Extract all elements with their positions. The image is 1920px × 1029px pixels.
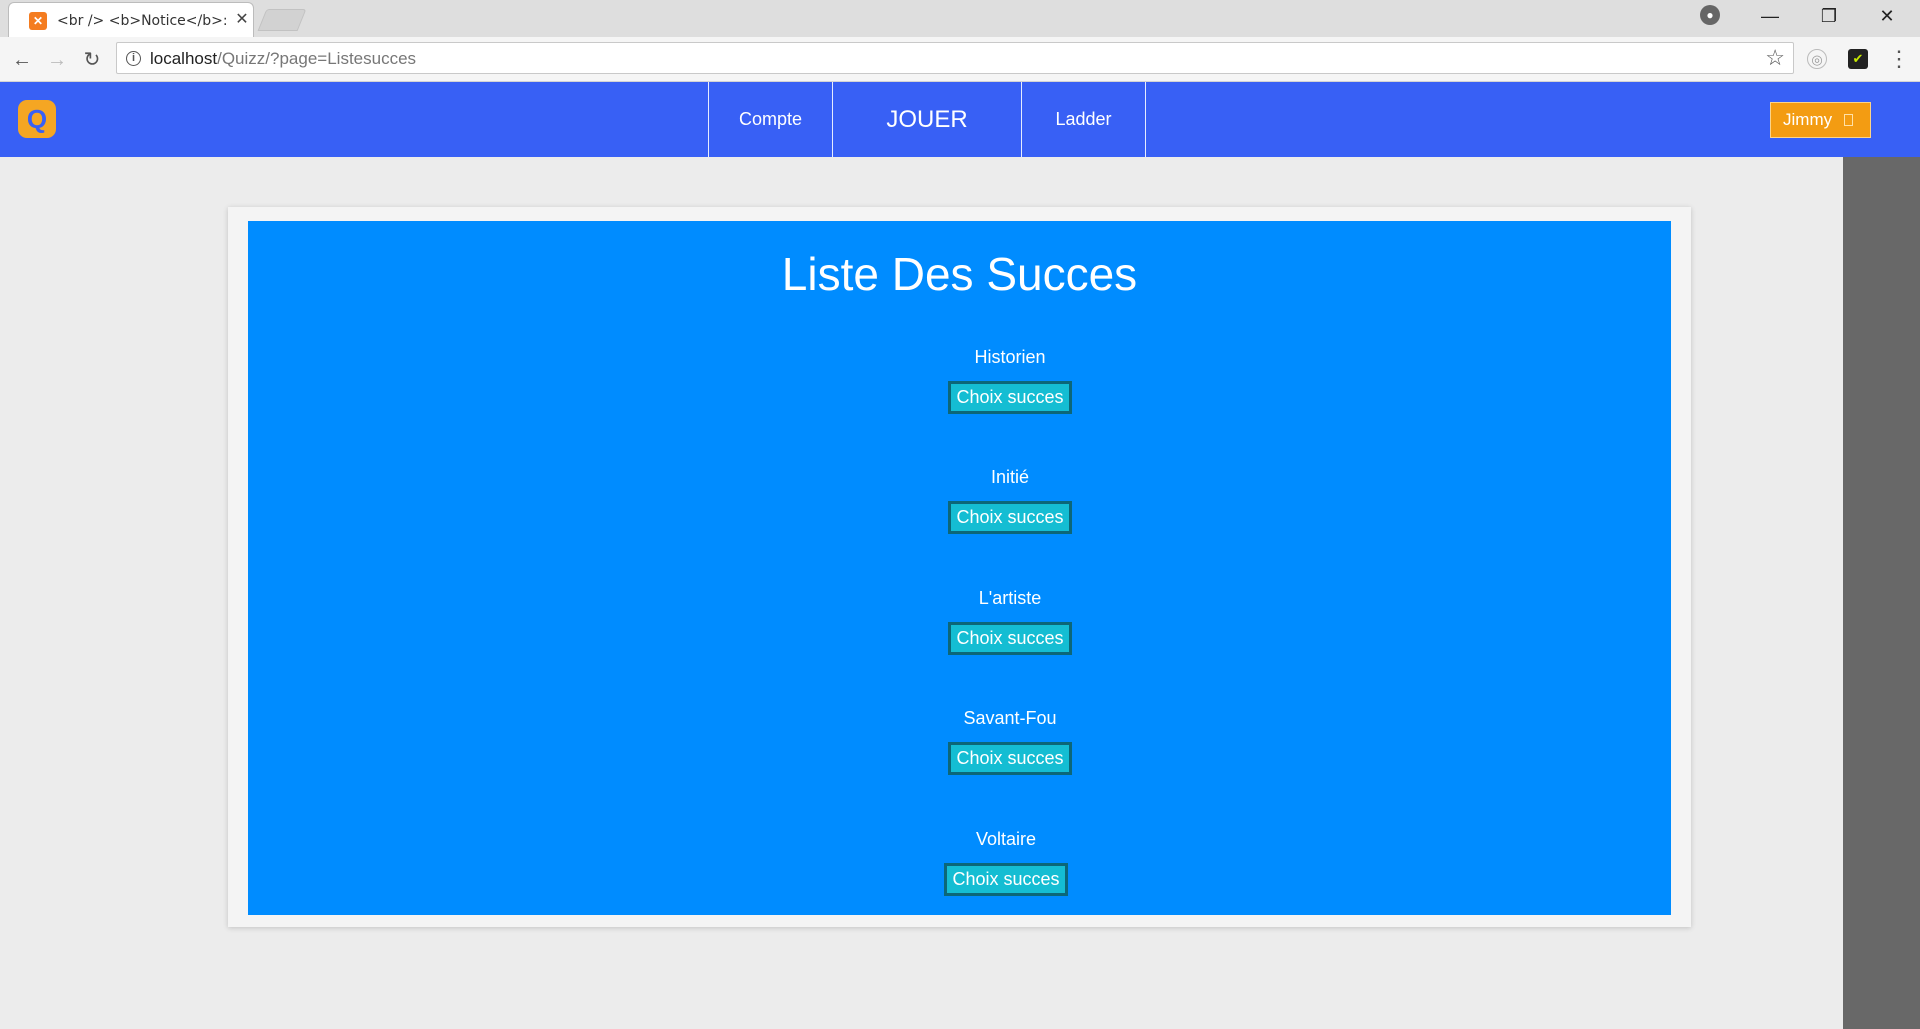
info-icon[interactable]: i [126,51,141,66]
checklist-extension-icon[interactable]: ✔ [1848,49,1868,69]
profile-icon[interactable]: ● [1700,5,1720,25]
url-path: /Quizz/?page=Listesucces [217,49,417,68]
choose-achievement-button[interactable]: Choix succes [948,742,1072,775]
new-tab-button[interactable] [257,9,307,31]
achievement-item: Initié Choix succes [930,467,1090,534]
extension-icon[interactable]: ◎ [1807,49,1827,69]
choose-achievement-button[interactable]: Choix succes [948,622,1072,655]
choose-achievement-button[interactable]: Choix succes [944,863,1068,896]
user-name: Jimmy [1783,110,1833,129]
minimize-icon[interactable]: — [1741,0,1799,33]
forward-arrow-icon[interactable]: → [43,46,71,74]
choose-achievement-button[interactable]: Choix succes [948,501,1072,534]
nav-item-compte[interactable]: Compte [709,82,833,157]
nav-item-jouer[interactable]: JOUER [833,82,1022,157]
tab-close-icon[interactable]: ✕ [233,11,251,29]
address-bar[interactable]: i localhost/Quizz/?page=Listesucces ☆ [116,42,1794,74]
site-logo[interactable]: Q [18,100,56,138]
nav-item-ladder[interactable]: Ladder [1022,82,1146,157]
bookmark-star-icon[interactable]: ☆ [1765,45,1785,71]
tab-title: <br /> <b>Notice</b>: [57,13,228,29]
achievement-name: Initié [990,467,1030,487]
page-scrollbar[interactable] [1843,157,1920,1029]
user-caret-icon [1844,114,1854,126]
achievement-item: Voltaire Choix succes [926,829,1086,896]
achievement-name: Savant-Fou [963,708,1057,728]
choose-achievement-button[interactable]: Choix succes [948,381,1072,414]
achievements-panel: Liste Des Succes Historien Choix succes … [248,221,1671,915]
url-text: localhost/Quizz/?page=Listesucces [150,49,416,69]
achievement-item: Historien Choix succes [930,347,1090,414]
back-arrow-icon[interactable]: ← [8,46,36,74]
achievement-item: L'artiste Choix succes [930,588,1090,655]
page-title: Liste Des Succes [781,248,1138,300]
url-host: localhost [150,49,218,68]
user-menu-button[interactable]: Jimmy [1770,102,1871,138]
achievement-item: Savant-Fou Choix succes [930,708,1090,775]
achievement-name: Historien [974,347,1046,367]
achievement-name: Voltaire [975,829,1037,849]
content-card: Liste Des Succes Historien Choix succes … [228,207,1691,927]
achievement-name: L'artiste [978,588,1042,608]
browser-menu-icon[interactable]: ⋮ [1888,45,1910,73]
site-navbar: Q Compte JOUER Ladder Jimmy [0,82,1920,157]
browser-tab[interactable]: ✕ <br /> <b>Notice</b>: ✕ [8,2,254,37]
browser-toolbar: ← → ↻ i localhost/Quizz/?page=Listesucce… [0,37,1920,82]
restore-icon[interactable]: ❐ [1800,0,1858,33]
reload-icon[interactable]: ↻ [78,46,106,74]
xampp-favicon-icon: ✕ [29,12,47,30]
close-window-icon[interactable]: ✕ [1858,0,1916,33]
main-nav: Compte JOUER Ladder [708,82,1146,157]
browser-tabstrip: ✕ <br /> <b>Notice</b>: ✕ ● — ❐ ✕ [0,0,1920,37]
